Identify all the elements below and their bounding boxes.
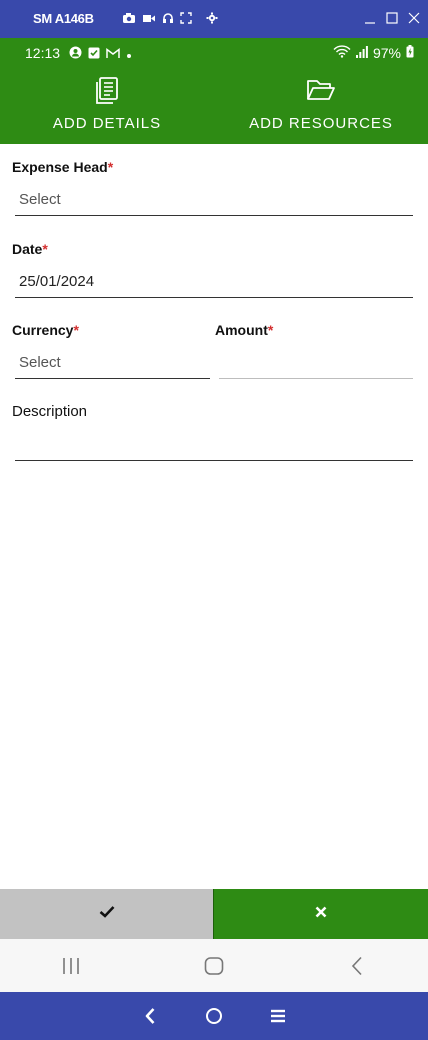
camera-icon[interactable]: [122, 12, 136, 24]
expense-head-select[interactable]: Select: [15, 184, 413, 216]
task-check-icon: [88, 46, 100, 64]
date-label: Date*: [12, 241, 48, 257]
tab-bar: ADD DETAILS ADD RESOURCES: [0, 68, 428, 144]
minimize-icon[interactable]: [364, 10, 376, 26]
headphones-icon[interactable]: [162, 12, 174, 24]
description-input[interactable]: [15, 429, 413, 461]
date-field[interactable]: 25/01/2024: [15, 266, 413, 298]
mirror-home-button[interactable]: [201, 1003, 227, 1029]
notification-icons: [69, 46, 132, 64]
battery-icon: [406, 45, 414, 61]
mirror-title-bar: SM A146B: [0, 0, 428, 38]
amount-input[interactable]: [219, 347, 413, 379]
account-icon: [69, 46, 82, 64]
mirror-back-button[interactable]: [137, 1003, 163, 1029]
tab-label: ADD RESOURCES: [249, 115, 393, 132]
home-button[interactable]: [184, 946, 244, 986]
mirror-menu-button[interactable]: [265, 1003, 291, 1029]
folder-open-icon: [306, 77, 336, 108]
currency-label: Currency*: [12, 322, 79, 338]
android-nav-bar: [0, 939, 428, 992]
required-marker: *: [107, 159, 114, 175]
maximize-icon[interactable]: [386, 10, 398, 26]
tab-add-resources[interactable]: ADD RESOURCES: [214, 68, 428, 144]
wifi-icon: [333, 45, 351, 61]
device-name: SM A146B: [33, 11, 94, 26]
document-icon: [95, 77, 119, 110]
currency-select[interactable]: Select: [15, 347, 210, 379]
status-right: 97%: [333, 45, 414, 61]
check-icon: [99, 905, 115, 923]
confirm-button[interactable]: [0, 889, 213, 939]
required-marker: *: [267, 322, 274, 338]
amount-label: Amount*: [215, 322, 274, 338]
screen: SM A146B 12:13 97% ADD DETAILS ADD RESOU…: [0, 0, 428, 1040]
video-icon[interactable]: [142, 12, 156, 24]
fullscreen-icon[interactable]: [180, 12, 192, 24]
dot-icon: [126, 46, 132, 64]
tab-add-details[interactable]: ADD DETAILS: [0, 68, 214, 144]
gmail-icon: [106, 46, 120, 64]
close-icon[interactable]: [408, 10, 420, 26]
back-button[interactable]: [327, 946, 387, 986]
battery-level: 97%: [372, 45, 401, 61]
tab-label: ADD DETAILS: [52, 115, 162, 132]
mirror-tools: [122, 12, 218, 24]
mirror-control-bar: [0, 992, 428, 1040]
status-bar: 12:13 97%: [0, 38, 428, 68]
close-icon: [315, 905, 327, 923]
recent-apps-button[interactable]: [41, 946, 101, 986]
expense-head-label: Expense Head*: [12, 159, 114, 175]
status-time: 12:13: [25, 45, 61, 61]
signal-icon: [355, 45, 368, 61]
description-label: Description: [12, 403, 88, 420]
required-marker: *: [42, 241, 48, 257]
window-controls: [364, 10, 420, 26]
cancel-button[interactable]: [213, 889, 428, 939]
action-bar: [0, 889, 428, 939]
required-marker: *: [73, 322, 79, 338]
settings-icon[interactable]: [206, 12, 218, 24]
